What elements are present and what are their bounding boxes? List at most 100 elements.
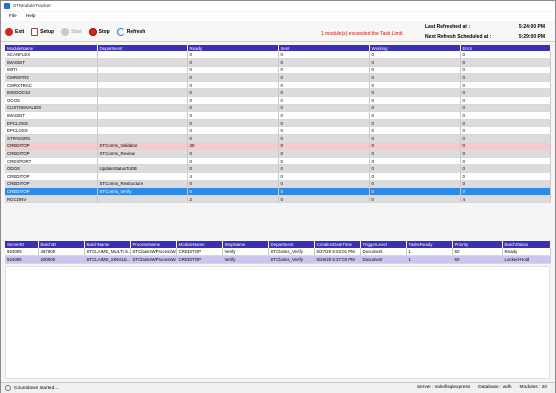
batch-row[interactable]: 924005 467800 STCLAIMS_MULTI S... STClaimsW… (5, 248, 551, 257)
department-cell (97, 111, 188, 120)
department-cell (97, 119, 188, 128)
clock-icon (5, 385, 11, 391)
priority-cell: 50 (452, 255, 503, 264)
working-cell: 0 (369, 66, 461, 75)
working-cell: 0 (369, 96, 461, 105)
trigger-level-cell: Document (360, 248, 407, 257)
col-priority[interactable]: Priority (452, 241, 503, 248)
module-name-cell: CREDITOP (176, 248, 223, 257)
ready-cell: 30 (187, 142, 279, 151)
department-cell (97, 81, 188, 90)
menu-help[interactable]: Help (26, 14, 36, 19)
module-row[interactable]: SCANFLEX 0 0 0 0 (5, 51, 551, 60)
department-cell (97, 126, 188, 136)
working-cell: 0 (369, 104, 461, 113)
department-cell (97, 58, 188, 67)
department-cell (97, 195, 188, 204)
task-limit-alert: 1 module(s) exceeded the Task Limit. (321, 31, 404, 37)
server-id-cell: 924005 (5, 248, 39, 257)
col-trigger-level[interactable]: TriggerLevel (360, 241, 407, 248)
error-cell: 0 (460, 81, 551, 90)
col-batch-name[interactable]: BatchName (84, 241, 131, 248)
module-row[interactable]: OCOS 0 0 0 0 (5, 96, 551, 105)
ready-cell: 0 (187, 119, 279, 128)
col-step-name[interactable]: StepName (222, 241, 269, 248)
sent-cell: 0 (278, 134, 370, 143)
ready-cell: 2 (187, 195, 279, 204)
ready-cell: 0 (187, 187, 279, 196)
tasks-ready-cell: 1 (406, 255, 453, 264)
stop-button[interactable]: Stop (88, 27, 110, 36)
module-row[interactable]: CREDITOP 4 0 0 0 (5, 172, 551, 181)
module-row[interactable]: IMAGEIT 0 0 0 0 (5, 58, 551, 67)
module-row[interactable]: ODOS UpdateStatusToDB 0 0 0 0 (5, 164, 551, 173)
server-id-cell: 924005 (5, 255, 39, 264)
ready-cell: 0 (187, 157, 279, 166)
batch-name-cell: STCLAIMS_SINGLE... (84, 255, 131, 264)
working-cell: 0 (369, 88, 461, 98)
status-message: Countdown started... (14, 385, 59, 391)
error-cell: 0 (460, 180, 551, 189)
module-name-cell: CREDITOP (5, 172, 98, 181)
module-row[interactable]: RGCONV 2 0 0 4 (5, 195, 551, 204)
module-name-cell: IMGDOCS2 (5, 88, 98, 98)
module-row[interactable]: IMGDOCS2 0 0 0 0 (5, 88, 551, 98)
module-row[interactable]: CREDITOP STCorms_Verify 0 0 0 0 (5, 187, 551, 196)
col-process-name[interactable]: ProcessName (130, 241, 177, 248)
process-name-cell: STClaimsWProcessW... (130, 255, 177, 264)
module-name-cell: CMRXTRAC (5, 81, 98, 90)
batch-status-cell: Locked-Hold (502, 255, 551, 264)
error-cell: 0 (460, 66, 551, 75)
module-row[interactable]: EPCLOSS 0 0 0 0 (5, 126, 551, 136)
working-cell: 0 (369, 51, 461, 60)
start-button[interactable]: Start (61, 27, 82, 36)
module-row[interactable]: CREXPORT 0 0 0 0 (5, 157, 551, 166)
module-row[interactable]: STPASSRS 0 0 0 0 (5, 134, 551, 143)
batch-row[interactable]: 924005 200000 STCLAIMS_SINGLE... STClaimsWP… (5, 255, 551, 264)
col-batch-id[interactable]: BatchID (38, 241, 85, 248)
working-cell: 0 (369, 164, 461, 173)
module-row[interactable]: IMITI 0 0 0 0 (5, 66, 551, 75)
ready-cell: 0 (187, 134, 279, 143)
module-row[interactable]: CREDITOP STCorms_Validator 30 0 0 0 (5, 142, 551, 151)
module-row[interactable]: CUSTOMVALIDS 0 0 0 0 (5, 104, 551, 113)
col-creation-datetime[interactable]: CreationDateTime (314, 241, 361, 248)
refresh-info: Last Refreshed at : 5:24:00 PM Next Refr… (425, 22, 545, 42)
stop-label: Stop (98, 28, 110, 35)
col-tasks-ready[interactable]: TasksReady (406, 241, 453, 248)
error-cell: 0 (460, 111, 551, 120)
error-cell: 0 (460, 134, 551, 143)
modules-grid: ModuleName Department Ready Sent Working… (5, 45, 551, 204)
menu-file[interactable]: File (9, 14, 17, 19)
module-row[interactable]: CREDITOP STCorms_Review 0 0 0 0 (5, 149, 551, 158)
col-batch-status[interactable]: BatchStatus (502, 241, 551, 248)
module-name-cell: EPCLOSS (5, 119, 98, 128)
ready-cell: 0 (187, 126, 279, 136)
col-department[interactable]: Department (268, 241, 315, 248)
module-row[interactable]: EPCLOSS 0 0 0 0 (5, 119, 551, 128)
module-row[interactable]: CMRXTRAC 0 0 0 0 (5, 81, 551, 90)
exit-label: Exit (15, 28, 25, 35)
module-name-cell: IMAGEIT (5, 111, 98, 120)
refresh-button[interactable]: Refresh (116, 27, 145, 36)
start-icon (61, 27, 70, 36)
module-name-cell: ODOS (5, 164, 98, 173)
ready-cell: 0 (187, 111, 279, 120)
col-server-id[interactable]: ServerID (5, 241, 39, 248)
status-database: Database : wdh (478, 385, 512, 390)
module-row[interactable]: CREDITOP STCorms_Restructure 0 0 0 0 (5, 180, 551, 189)
module-row[interactable]: CMRGFR2 0 0 0 0 (5, 73, 551, 82)
sent-cell: 0 (278, 96, 370, 105)
priority-cell: 50 (452, 248, 503, 257)
module-name-cell: RGCONV (5, 195, 98, 204)
department-cell (97, 157, 188, 166)
col-module-name[interactable]: ModuleName (176, 241, 223, 248)
sent-cell: 0 (278, 73, 370, 82)
setup-button[interactable]: Setup (31, 27, 54, 36)
module-row[interactable]: IMAGEIT 0 0 0 0 (5, 111, 551, 120)
exit-button[interactable]: Exit (5, 27, 25, 36)
menu-bar: File Help (1, 12, 555, 21)
working-cell: 0 (369, 111, 461, 120)
sent-cell: 0 (278, 66, 370, 75)
sent-cell: 0 (278, 88, 370, 98)
